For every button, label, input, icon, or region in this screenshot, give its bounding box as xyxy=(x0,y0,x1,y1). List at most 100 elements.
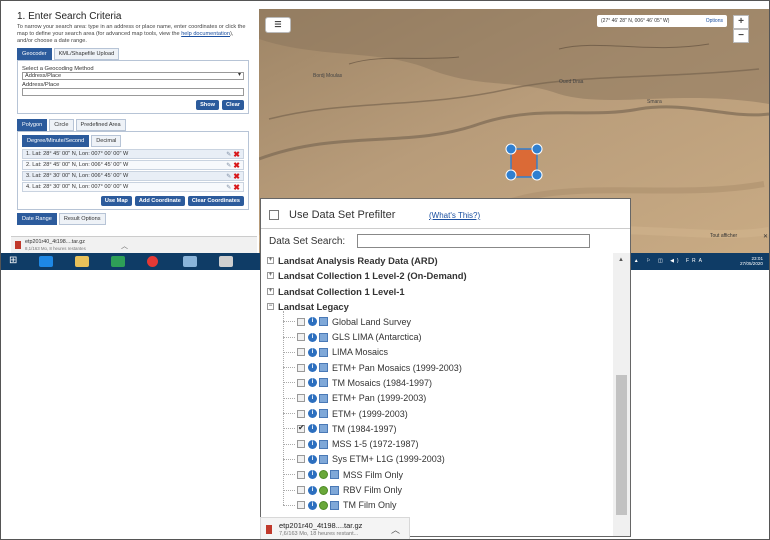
delete-icon[interactable]: ✖ xyxy=(233,183,240,192)
edit-icon[interactable]: ✎ xyxy=(226,151,231,158)
tab-date-range[interactable]: Date Range xyxy=(17,213,57,225)
edge-browser-icon[interactable] xyxy=(39,256,53,267)
dataset-checkbox[interactable] xyxy=(297,440,305,449)
info-icon[interactable]: i xyxy=(308,409,317,418)
tab-circle[interactable]: Circle xyxy=(49,119,74,131)
film-icon[interactable] xyxy=(319,470,328,480)
info-icon[interactable]: i xyxy=(308,317,317,327)
clear-button[interactable]: Clear xyxy=(222,100,244,110)
info-icon[interactable]: i xyxy=(308,454,317,464)
address-input[interactable] xyxy=(22,88,244,96)
metadata-icon[interactable] xyxy=(319,347,328,357)
use-map-button[interactable]: Use Map xyxy=(100,196,132,206)
info-icon[interactable]: i xyxy=(308,424,317,434)
help-documentation-link[interactable]: help documentation xyxy=(181,31,230,37)
scrollbar[interactable]: ▲ xyxy=(613,253,630,536)
prefilter-checkbox[interactable] xyxy=(269,210,279,220)
app-icon[interactable] xyxy=(219,256,233,267)
download-item[interactable]: etp201r40_4t198....tar.gz 7,6/163 Mo, 18… xyxy=(260,517,410,539)
dataset-item[interactable]: i LIMA Mosaics xyxy=(283,345,388,360)
info-icon[interactable]: i xyxy=(308,439,317,449)
clear-coordinates-button[interactable]: Clear Coordinates xyxy=(187,196,244,206)
edit-icon[interactable]: ✎ xyxy=(226,173,231,180)
metadata-icon[interactable] xyxy=(319,363,328,373)
tab-decimal[interactable]: Decimal xyxy=(91,135,122,147)
show-all-downloads[interactable]: Tout afficher xyxy=(710,233,737,239)
dataset-item[interactable]: i ETM+ (1999-2003) xyxy=(283,406,408,421)
dataset-checkbox[interactable] xyxy=(297,348,305,357)
dataset-checkbox[interactable] xyxy=(297,333,305,341)
info-icon[interactable]: i xyxy=(308,363,317,373)
chrome-icon[interactable] xyxy=(147,256,158,267)
film-icon[interactable] xyxy=(319,500,328,510)
close-download-bar-button[interactable]: ✕ xyxy=(763,233,768,240)
map-marker[interactable] xyxy=(505,169,517,181)
info-icon[interactable]: i xyxy=(308,500,317,510)
info-icon[interactable]: i xyxy=(308,332,317,342)
scrollbar-thumb[interactable] xyxy=(616,375,627,515)
metadata-icon[interactable] xyxy=(319,439,328,449)
tree-node-collection[interactable]: − Landsat Legacy xyxy=(267,299,349,314)
zoom-out-button[interactable]: − xyxy=(733,29,749,43)
map-marker[interactable] xyxy=(531,169,543,181)
metadata-icon[interactable] xyxy=(319,378,328,388)
dataset-item[interactable]: i TM Film Only xyxy=(283,498,397,513)
metadata-icon[interactable] xyxy=(319,409,328,418)
map-marker[interactable] xyxy=(505,143,517,155)
info-icon[interactable]: i xyxy=(308,485,317,495)
zoom-in-button[interactable]: + xyxy=(733,15,749,29)
metadata-icon[interactable] xyxy=(330,470,339,480)
tab-predefined-area[interactable]: Predefined Area xyxy=(75,119,126,131)
delete-icon[interactable]: ✖ xyxy=(233,150,240,159)
dataset-checkbox[interactable] xyxy=(297,378,305,387)
delete-icon[interactable]: ✖ xyxy=(233,161,240,170)
add-coordinate-button[interactable]: Add Coordinate xyxy=(134,196,185,206)
dataset-checkbox[interactable] xyxy=(297,470,305,479)
whats-this-link[interactable]: (What's This?) xyxy=(429,211,480,220)
info-icon[interactable]: i xyxy=(308,347,317,357)
clock[interactable]: 23:01 27/05/2020 xyxy=(740,256,763,266)
file-explorer-icon[interactable] xyxy=(75,256,89,267)
expand-toggle-icon[interactable]: + xyxy=(267,257,274,264)
coordinate-row[interactable]: 1. Lat: 28° 45' 00" N, Lon: 007° 00' 00"… xyxy=(22,149,244,159)
tree-node-collection[interactable]: + Landsat Collection 1 Level-1 xyxy=(267,284,405,299)
metadata-icon[interactable] xyxy=(330,485,339,495)
app-icon[interactable] xyxy=(183,256,197,267)
windows-start-icon[interactable]: ⊞ xyxy=(9,256,23,267)
dataset-checkbox[interactable] xyxy=(297,363,305,372)
dataset-item[interactable]: i MSS Film Only xyxy=(283,467,403,482)
dataset-item[interactable]: i MSS 1-5 (1972-1987) xyxy=(283,437,419,452)
coordinate-row[interactable]: 3. Lat: 28° 30' 00" N, Lon: 006° 45' 00"… xyxy=(22,171,244,181)
dataset-item[interactable]: i ETM+ Pan (1999-2003) xyxy=(283,391,426,406)
dataset-item[interactable]: i RBV Film Only xyxy=(283,483,402,498)
dataset-checkbox[interactable] xyxy=(297,486,305,494)
dataset-checkbox[interactable] xyxy=(297,409,305,418)
scroll-up-arrow[interactable]: ▲ xyxy=(618,257,624,263)
dataset-item[interactable]: i Sys ETM+ L1G (1999-2003) xyxy=(283,452,445,467)
film-icon[interactable] xyxy=(319,485,328,495)
map-marker[interactable] xyxy=(531,143,543,155)
system-tray-icons[interactable]: ▲ ⚐ ◫ ◀) FRA xyxy=(634,258,705,264)
metadata-icon[interactable] xyxy=(330,500,339,510)
dataset-checkbox[interactable] xyxy=(297,394,305,403)
edit-icon[interactable]: ✎ xyxy=(226,162,231,169)
tab-polygon[interactable]: Polygon xyxy=(17,119,48,131)
metadata-icon[interactable] xyxy=(319,317,328,327)
download-filename[interactable]: etp201r40_4t198....tar.gz xyxy=(25,239,85,245)
dataset-item[interactable]: i TM (1984-1997) xyxy=(283,421,397,436)
dataset-checkbox[interactable] xyxy=(297,317,305,326)
edit-icon[interactable]: ✎ xyxy=(226,184,231,191)
dataset-item[interactable]: i TM Mosaics (1984-1997) xyxy=(283,375,432,390)
chevron-up-icon[interactable]: ︿ xyxy=(391,523,400,536)
tab-geocoder[interactable]: Geocoder xyxy=(17,48,52,60)
metadata-icon[interactable] xyxy=(319,454,328,464)
dataset-checkbox[interactable] xyxy=(297,501,305,510)
dataset-checkbox[interactable] xyxy=(297,455,305,464)
info-icon[interactable]: i xyxy=(308,470,317,480)
expand-toggle-icon[interactable]: + xyxy=(267,287,274,295)
tab-result-options[interactable]: Result Options xyxy=(58,213,106,225)
delete-icon[interactable]: ✖ xyxy=(233,172,240,181)
app-icon[interactable] xyxy=(111,256,125,267)
tab-kml-upload[interactable]: KML/Shapefile Upload xyxy=(53,48,120,60)
metadata-icon[interactable] xyxy=(319,332,328,342)
